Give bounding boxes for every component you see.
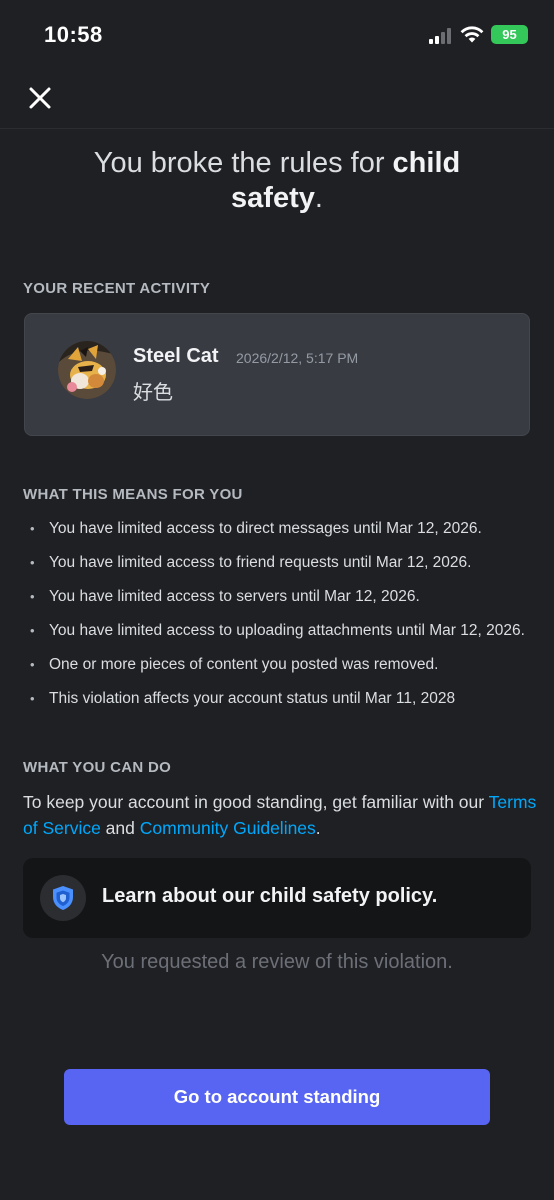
- activity-card: Steel Cat 2026/2/12, 5:17 PM 好色: [24, 313, 530, 436]
- meaning-heading: WHAT THIS MEANS FOR YOU: [23, 486, 243, 503]
- list-item: One or more pieces of content you posted…: [26, 651, 554, 685]
- wifi-icon: [460, 26, 484, 43]
- title-prefix: You broke the rules for: [93, 147, 393, 179]
- close-icon: [29, 87, 51, 109]
- community-guidelines-link[interactable]: Community Guidelines: [140, 818, 316, 838]
- recent-activity-heading: YOUR RECENT ACTIVITY: [23, 280, 211, 297]
- message-content: 好色: [133, 382, 173, 404]
- can-do-heading: WHAT YOU CAN DO: [23, 759, 172, 776]
- list-item: You have limited access to uploading att…: [26, 617, 554, 651]
- list-item: You have limited access to direct messag…: [26, 515, 554, 549]
- shield-icon: [40, 875, 86, 921]
- list-item: You have limited access to servers until…: [26, 583, 554, 617]
- can-do-mid: and: [100, 818, 140, 838]
- list-item: This violation affects your account stat…: [26, 685, 554, 719]
- can-do-suffix: .: [315, 818, 321, 838]
- can-do-prefix: To keep your account in good standing, g…: [23, 792, 489, 812]
- message-timestamp: 2026/2/12, 5:17 PM: [236, 350, 359, 366]
- cellular-signal-icon: [429, 28, 453, 44]
- page-title: You broke the rules for child safety.: [60, 146, 494, 216]
- message-author: Steel Cat: [133, 345, 219, 367]
- close-button[interactable]: [24, 82, 56, 114]
- avatar: [58, 341, 116, 399]
- consequence-list: You have limited access to direct messag…: [26, 515, 554, 719]
- child-safety-policy-button[interactable]: Learn about our child safety policy.: [23, 858, 531, 938]
- policy-card-label: Learn about our child safety policy.: [102, 885, 438, 907]
- title-suffix: .: [314, 182, 323, 214]
- status-bar: 10:58 95: [0, 0, 554, 70]
- list-item: You have limited access to friend reques…: [26, 549, 554, 583]
- can-do-text: To keep your account in good standing, g…: [23, 789, 543, 841]
- review-status-text: You requested a review of this violation…: [101, 951, 453, 973]
- battery-icon: 95: [491, 25, 528, 44]
- violation-screen: 10:58 95 You broke the rules for child s…: [0, 0, 554, 1200]
- account-standing-button[interactable]: Go to account standing: [64, 1069, 490, 1125]
- header-divider: [0, 128, 554, 129]
- status-time: 10:58: [44, 22, 103, 47]
